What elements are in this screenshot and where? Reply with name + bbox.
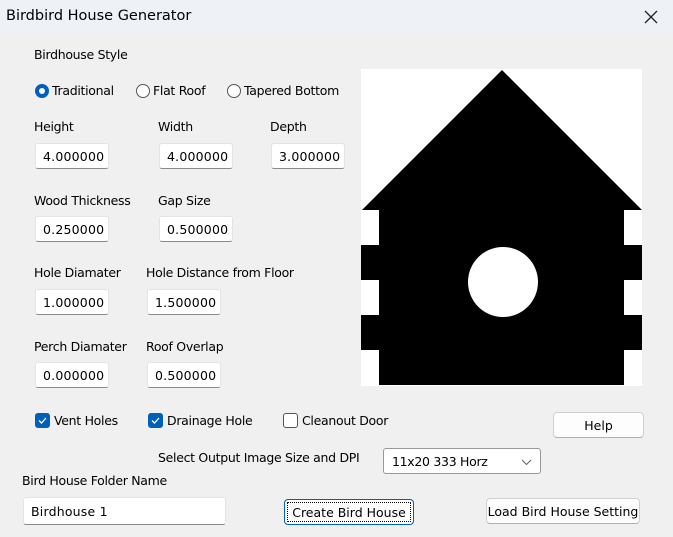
vent-holes-checkbox[interactable]: Vent Holes [35,413,118,428]
perch-diameter-label: Perch Diamater [34,339,127,354]
checkbox-indicator [35,413,50,428]
drainage-hole-checkbox[interactable]: Drainage Hole [148,413,253,428]
radio-tapered-bottom[interactable]: Tapered Bottom [227,83,339,98]
folder-name-label: Bird House Folder Name [22,473,167,488]
create-bird-house-button[interactable]: Create Bird House [284,499,414,525]
roof-overlap-label: Roof Overlap [146,339,224,354]
checkbox-label: Drainage Hole [167,413,253,428]
birdhouse-shape [361,70,642,385]
gap-size-label: Gap Size [158,193,211,208]
perch-diameter-input[interactable]: 0.000000 [35,362,109,388]
hole-diameter-label: Hole Diamater [34,265,121,280]
radio-indicator [35,83,49,98]
checkbox-label: Cleanout Door [302,413,389,428]
title-bar: Birdbird House Generator [0,0,673,34]
depth-input[interactable]: 3.000000 [271,143,345,169]
output-size-value: 11x20 333 Horz [392,453,488,469]
output-size-select[interactable]: 11x20 333 Horz [383,448,541,474]
birdhouse-preview [361,69,642,386]
width-label: Width [158,119,193,134]
checkmark-icon [151,417,160,424]
hole-distance-label: Hole Distance from Floor [146,265,294,280]
gap-size-input[interactable]: 0.500000 [159,216,233,242]
hole-diameter-input[interactable]: 1.000000 [35,289,109,315]
checkbox-indicator [148,413,163,428]
radio-label: Tapered Bottom [244,83,339,98]
window-title: Birdbird House Generator [6,8,192,24]
radio-traditional[interactable]: Traditional [35,83,114,98]
output-size-label: Select Output Image Size and DPI [158,450,360,465]
help-button[interactable]: Help [553,412,644,438]
checkmark-icon [38,417,47,424]
hole-distance-input[interactable]: 1.500000 [147,289,221,315]
height-label: Height [34,119,74,134]
wood-thickness-input[interactable]: 0.250000 [35,216,109,242]
load-setting-button[interactable]: Load Bird House Setting [486,498,640,524]
radio-flat-roof[interactable]: Flat Roof [136,83,206,98]
cleanout-door-checkbox[interactable]: Cleanout Door [283,413,388,428]
wood-thickness-label: Wood Thickness [34,193,131,208]
close-icon [644,10,658,24]
width-input[interactable]: 4.000000 [159,143,233,169]
birdhouse-preview-graphic [361,70,642,385]
radio-label: Flat Roof [153,83,206,98]
checkbox-label: Vent Holes [54,413,118,428]
folder-name-input[interactable]: Birdhouse 1 [23,497,226,525]
radio-indicator [227,83,241,98]
chevron-down-icon [521,459,532,466]
style-label: Birdhouse Style [34,47,128,62]
radio-label: Traditional [52,83,114,98]
checkbox-indicator [283,413,298,428]
height-input[interactable]: 4.000000 [35,143,109,169]
entrance-hole [468,247,538,317]
roof-overlap-input[interactable]: 0.500000 [147,362,221,388]
close-button[interactable] [636,4,666,30]
depth-label: Depth [270,119,307,134]
radio-indicator [136,83,150,98]
